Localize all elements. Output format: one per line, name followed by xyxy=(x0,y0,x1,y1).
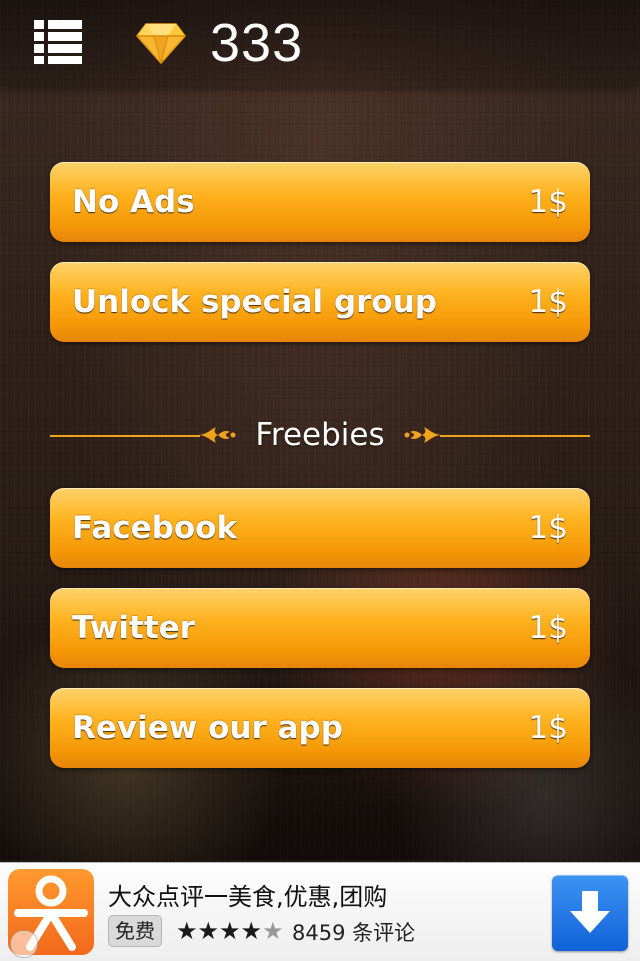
unlock-special-group-button[interactable]: Unlock special group 1$ xyxy=(50,262,590,342)
twitter-button[interactable]: Twitter 1$ xyxy=(50,588,590,668)
button-label: Facebook xyxy=(72,510,238,546)
star-filled-icon: ★ xyxy=(197,917,220,945)
button-price: 1$ xyxy=(528,284,568,320)
ad-banner[interactable]: 大众点评一美食,优惠,团购 免费 ★★★★★ 8459 条评论 xyxy=(0,862,640,961)
freebies-divider: Freebies xyxy=(50,410,590,460)
button-price: 1$ xyxy=(528,184,568,220)
button-price: 1$ xyxy=(528,510,568,546)
section-title: Freebies xyxy=(255,417,385,453)
info-icon[interactable] xyxy=(10,930,38,958)
background xyxy=(0,0,640,960)
gem-count: 333 xyxy=(210,13,304,73)
diamond-icon xyxy=(136,22,186,65)
facebook-button[interactable]: Facebook 1$ xyxy=(50,488,590,568)
no-ads-button[interactable]: No Ads 1$ xyxy=(50,162,590,242)
list-menu-icon[interactable] xyxy=(34,20,82,64)
ad-free-badge: 免费 xyxy=(108,915,162,947)
star-filled-icon: ★ xyxy=(176,917,198,945)
ad-app-name: 大众点评一美食,优惠,团购 xyxy=(108,883,388,911)
download-arrow-icon[interactable] xyxy=(552,875,628,951)
top-bar: 333 xyxy=(0,0,640,86)
button-price: 1$ xyxy=(528,710,568,746)
button-label: No Ads xyxy=(72,184,195,220)
button-label: Unlock special group xyxy=(72,284,437,320)
review-app-button[interactable]: Review our app 1$ xyxy=(50,688,590,768)
star-empty-icon: ★ xyxy=(262,917,284,945)
ad-review-count: 8459 条评论 xyxy=(292,921,416,945)
ad-rating-stars: ★★★★★ xyxy=(176,918,284,944)
button-price: 1$ xyxy=(528,610,568,646)
button-label: Review our app xyxy=(72,710,343,746)
star-filled-icon: ★ xyxy=(240,917,263,945)
button-label: Twitter xyxy=(72,610,195,646)
star-filled-icon: ★ xyxy=(219,917,241,945)
